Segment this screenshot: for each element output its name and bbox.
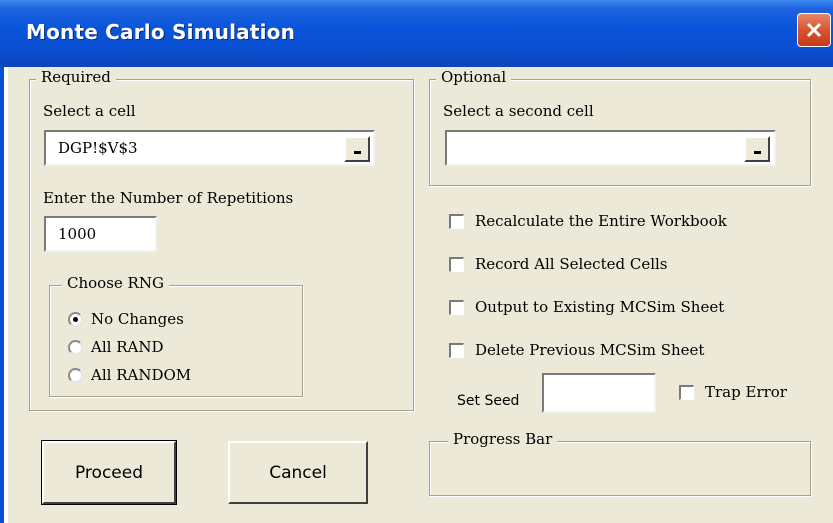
- seed-input[interactable]: [544, 375, 654, 411]
- proceed-button[interactable]: Proceed: [41, 440, 177, 505]
- title-bar[interactable]: Monte Carlo Simulation: [0, 0, 833, 67]
- repetitions-field[interactable]: [44, 216, 157, 252]
- trap-error-label: Trap Error: [705, 383, 787, 401]
- cell-ref-field[interactable]: [44, 130, 375, 166]
- progress-legend: Progress Bar: [448, 430, 558, 448]
- record-all-checkbox[interactable]: [449, 257, 464, 272]
- select-cell-label: Select a cell: [43, 102, 136, 120]
- recalculate-label: Recalculate the Entire Workbook: [475, 212, 727, 230]
- required-legend: Required: [36, 68, 116, 86]
- optional-legend: Optional: [436, 68, 512, 86]
- radio-no-changes[interactable]: [68, 312, 83, 327]
- record-all-label: Record All Selected Cells: [475, 255, 668, 273]
- seed-field[interactable]: [542, 373, 656, 413]
- ref-edit-icon: [354, 151, 361, 154]
- close-icon: [806, 22, 822, 38]
- repetitions-label: Enter the Number of Repetitions: [43, 189, 294, 207]
- repetitions-input[interactable]: [46, 218, 155, 250]
- progress-group: Progress Bar: [429, 430, 811, 496]
- proceed-button-label: Proceed: [74, 462, 144, 483]
- recalculate-checkbox[interactable]: [449, 214, 464, 229]
- cell-ref-button[interactable]: [344, 136, 370, 162]
- cell-ref-input[interactable]: [46, 132, 373, 164]
- second-cell-input[interactable]: [447, 132, 774, 164]
- delete-previous-label: Delete Previous MCSim Sheet: [475, 341, 705, 359]
- cancel-button[interactable]: Cancel: [228, 441, 368, 504]
- second-cell-field[interactable]: [445, 130, 776, 166]
- radio-all-rand[interactable]: [68, 340, 83, 355]
- second-cell-ref-button[interactable]: [744, 136, 770, 162]
- delete-previous-checkbox[interactable]: [449, 343, 464, 358]
- output-existing-checkbox[interactable]: [449, 300, 464, 315]
- radio-all-random-label: All RANDOM: [91, 366, 192, 384]
- ref-edit-icon: [754, 151, 761, 154]
- close-button[interactable]: [797, 13, 831, 47]
- output-existing-label: Output to Existing MCSim Sheet: [475, 298, 725, 316]
- dialog-window: Monte Carlo Simulation Required Select a…: [0, 0, 833, 523]
- radio-no-changes-label: No Changes: [91, 310, 184, 328]
- radio-all-random[interactable]: [68, 368, 83, 383]
- set-seed-label: Set Seed: [457, 393, 520, 409]
- window-title: Monte Carlo Simulation: [26, 20, 296, 44]
- select-second-label: Select a second cell: [443, 102, 594, 120]
- window-border-inner: [4, 67, 8, 523]
- cancel-button-label: Cancel: [269, 462, 327, 483]
- trap-error-checkbox[interactable]: [679, 385, 694, 400]
- radio-all-rand-label: All RAND: [91, 338, 164, 356]
- rng-legend: Choose RNG: [62, 274, 169, 292]
